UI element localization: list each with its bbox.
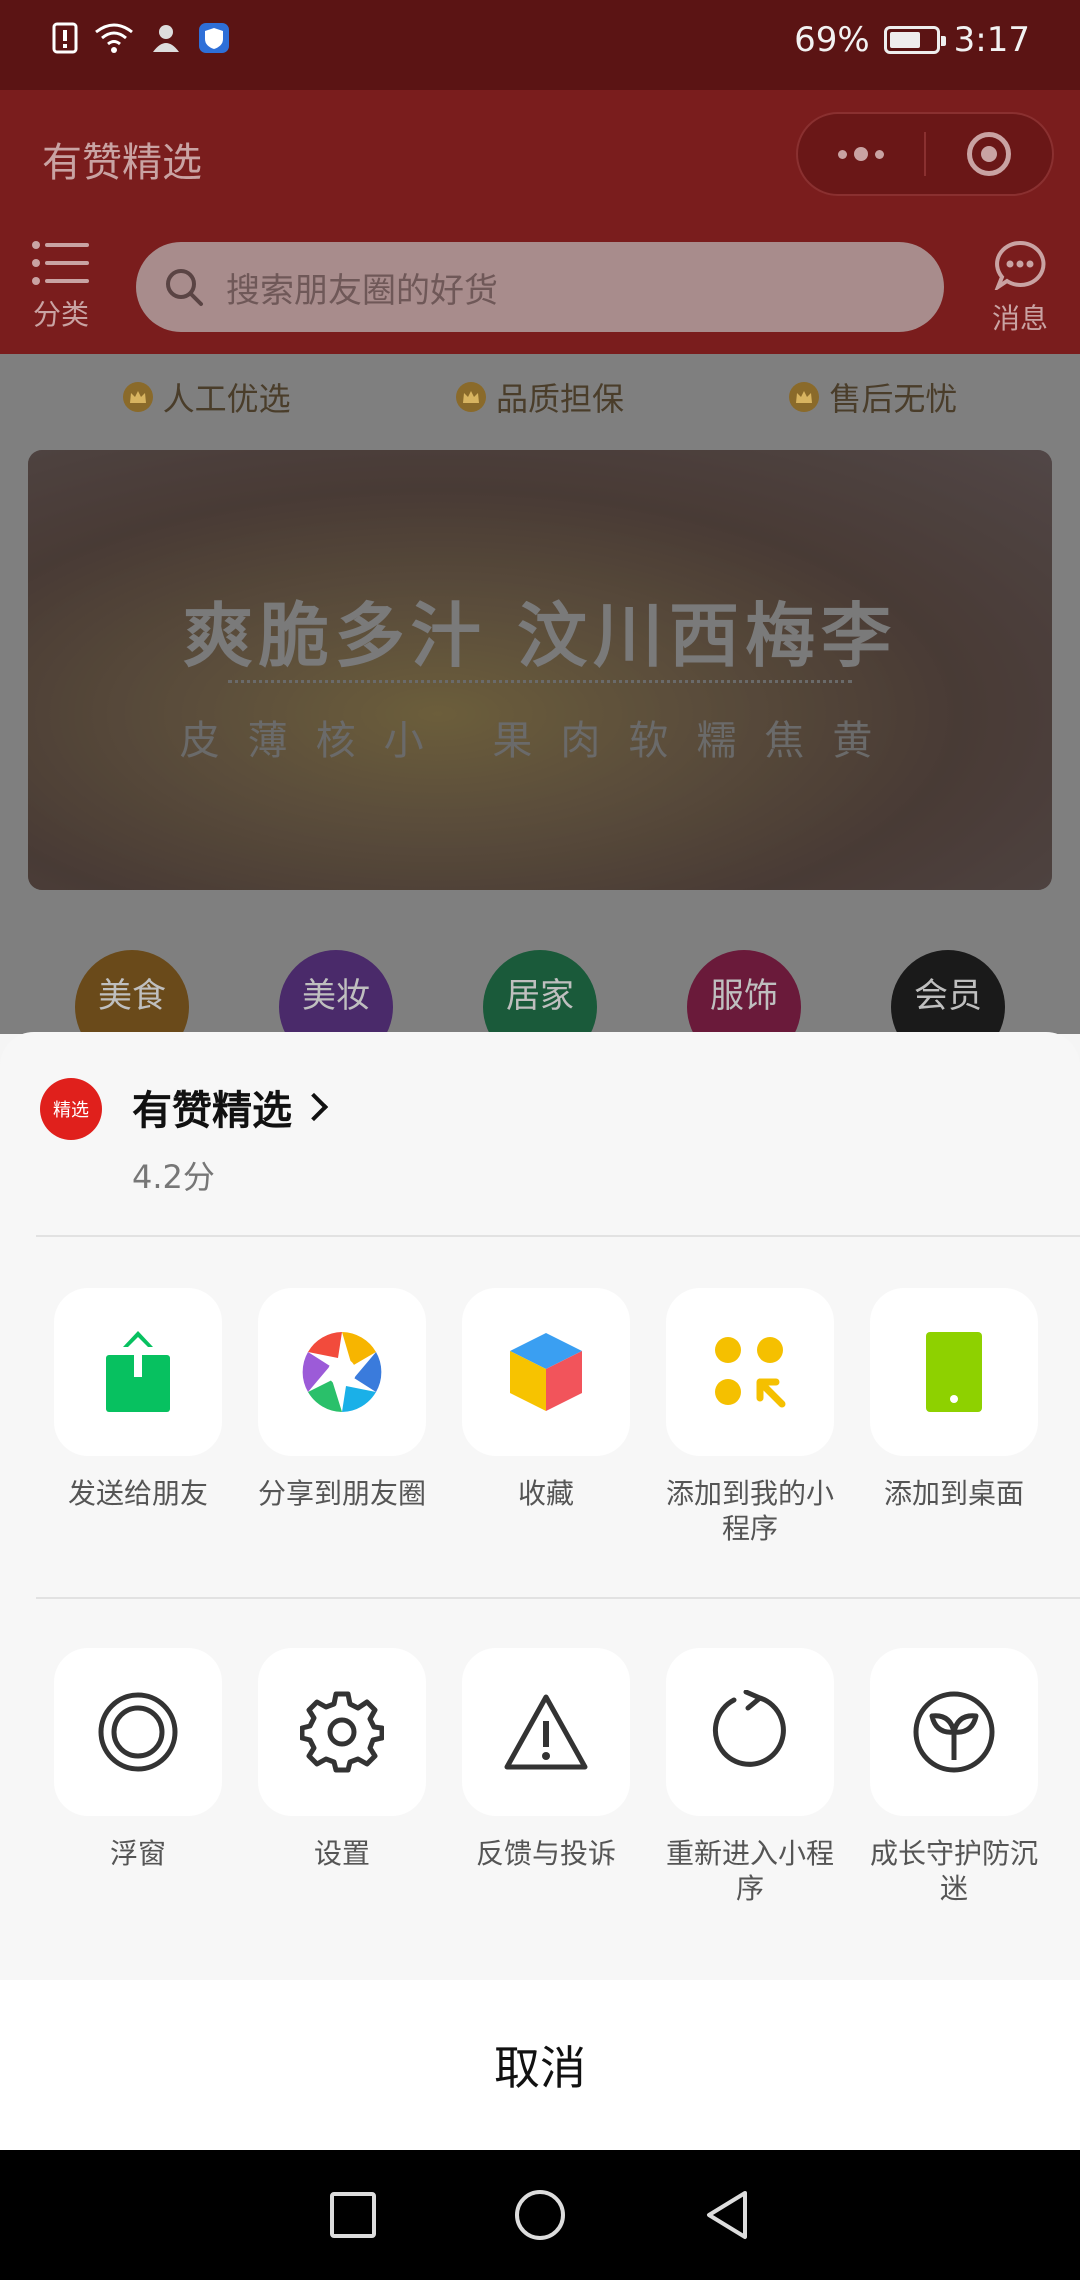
feedback-button[interactable]: 反馈与投诉: [444, 1648, 648, 1906]
add-to-desktop-label: 添加到桌面: [883, 1477, 1024, 1510]
settings-gear-icon: [300, 1691, 384, 1773]
send-to-friend-label: 发送给朋友: [67, 1477, 208, 1510]
growth-guard-tile: [870, 1648, 1038, 1816]
recents-square-icon[interactable]: [329, 2191, 377, 2239]
settings-button[interactable]: 设置: [240, 1648, 444, 1906]
add-to-my-mini-programs-tile: [666, 1288, 834, 1456]
settings-tile: [258, 1648, 426, 1816]
share-actions-row: 发送给朋友 分享到朋友圈 收藏 添加到我的小程序 添加到桌面: [0, 1288, 1080, 1546]
send-to-friend-button[interactable]: 发送给朋友: [36, 1288, 240, 1546]
add-mini-program-icon: [715, 1337, 786, 1408]
warning-icon: [504, 1694, 588, 1770]
app-name: 有赞精选: [132, 1088, 292, 1134]
share-to-moments-tile: [258, 1288, 426, 1456]
back-triangle-icon[interactable]: [703, 2189, 751, 2241]
cancel-label: 取消: [494, 2041, 586, 2095]
reenter-mini-program-button[interactable]: 重新进入小程序: [648, 1648, 852, 1906]
moments-icon: [302, 1332, 382, 1412]
share-to-moments-button[interactable]: 分享到朋友圈: [240, 1288, 444, 1546]
tool-actions-row: 浮窗 设置 反馈与投诉 重新进入小程序 成长守护防沉迷: [0, 1648, 1080, 1906]
float-window-button[interactable]: 浮窗: [36, 1648, 240, 1906]
reenter-mini-program-label: 重新进入小程序: [665, 1837, 834, 1905]
add-to-my-mini-programs-label: 添加到我的小程序: [665, 1477, 834, 1545]
navigation-bar: [0, 2150, 1080, 2280]
reload-icon: [712, 1690, 786, 1767]
cancel-button[interactable]: 取消: [0, 1980, 1080, 2150]
send-to-friend-icon: [106, 1331, 170, 1412]
favorite-tile: [462, 1288, 630, 1456]
sprout-icon: [913, 1691, 995, 1773]
app-logo-text: 精选: [53, 1100, 89, 1121]
app-rating: 4.2分: [132, 1158, 215, 1196]
divider: [36, 1235, 1080, 1237]
favorite-label: 收藏: [517, 1477, 574, 1510]
add-desktop-icon: [926, 1332, 982, 1412]
float-window-label: 浮窗: [109, 1837, 166, 1870]
feedback-tile: [462, 1648, 630, 1816]
favorite-cube-icon: [510, 1333, 582, 1411]
reenter-mini-program-tile: [666, 1648, 834, 1816]
modal-overlay[interactable]: [0, 0, 1080, 1032]
divider: [36, 1597, 1080, 1599]
float-window-tile: [54, 1648, 222, 1816]
growth-guard-button[interactable]: 成长守护防沉迷: [852, 1648, 1056, 1906]
favorite-button[interactable]: 收藏: [444, 1288, 648, 1546]
app-info-row[interactable]: 精选 有赞精选 4.2分: [40, 1078, 329, 1198]
float-window-icon: [98, 1692, 178, 1772]
send-to-friend-tile: [54, 1288, 222, 1456]
growth-guard-label: 成长守护防沉迷: [869, 1837, 1038, 1905]
feedback-label: 反馈与投诉: [475, 1837, 616, 1870]
app-logo: 精选: [40, 1078, 102, 1140]
chevron-right-icon: [299, 1092, 329, 1122]
add-to-my-mini-programs-button[interactable]: 添加到我的小程序: [648, 1288, 852, 1546]
settings-label: 设置: [313, 1837, 370, 1870]
home-circle-icon[interactable]: [513, 2188, 567, 2242]
add-to-desktop-tile: [870, 1288, 1038, 1456]
screen: 69% 3:17 有赞精选 分类 搜索朋友圈的好货 消息 人工优选 品质担保 售…: [0, 0, 1080, 2280]
share-to-moments-label: 分享到朋友圈: [257, 1477, 426, 1510]
add-to-desktop-button[interactable]: 添加到桌面: [852, 1288, 1056, 1546]
